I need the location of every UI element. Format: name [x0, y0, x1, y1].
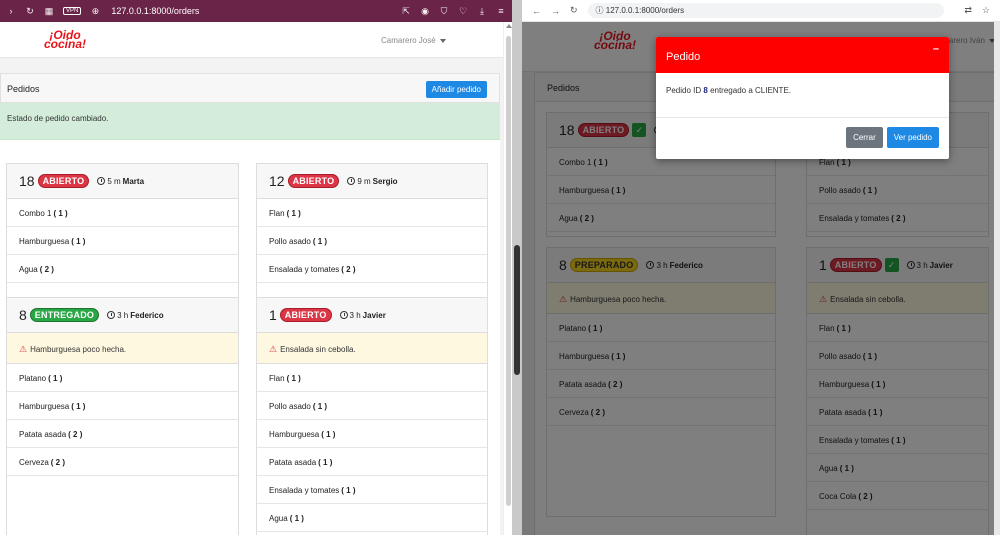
order-card[interactable]: 8 ENTREGADO 3 h Federico ⚠ Hamburguesa po… [6, 297, 239, 535]
elapsed-time: 9 m [357, 176, 371, 186]
window-divider[interactable] [512, 0, 522, 535]
clock-icon [97, 177, 106, 185]
address-bar[interactable]: 127.0.0.1:8000/orders [111, 6, 199, 16]
order-card[interactable]: 18 ABIERTO 5 m Marta Combo 1( 1 ) Hambur… [6, 163, 239, 298]
caret-down-icon [439, 38, 446, 43]
add-order-button[interactable]: Añadir pedido [425, 81, 487, 98]
divider-grip[interactable] [514, 245, 520, 375]
menu-icon[interactable]: ≡ [496, 6, 506, 16]
list-item: Hamburguesa( 1 ) [7, 392, 238, 420]
status-badge[interactable]: ABIERTO [287, 174, 340, 188]
warning-icon: ⚠ [269, 344, 278, 354]
order-card[interactable]: 1 ABIERTO 3 h Javier ⚠ Ensalada sin cebol… [256, 297, 488, 535]
list-item: Pollo asado( 1 ) [257, 392, 487, 420]
left-navbar: ¡Oido cocina! Camarero José [0, 22, 503, 58]
shield-icon[interactable]: ⛉ [439, 6, 449, 17]
elapsed-time: 5 m [107, 176, 121, 186]
heart-icon[interactable]: ♡ [458, 6, 468, 17]
order-card-header: 8 ENTREGADO 3 h Federico [7, 298, 238, 333]
modal-header: Pedido – [656, 37, 949, 73]
list-item: Agua( 1 ) [257, 504, 487, 532]
order-card-header: 18 ABIERTO 5 m Marta [7, 164, 238, 199]
list-item: Ensalada y tomates( 1 ) [257, 476, 487, 504]
right-browser-toolbar: ← → ↻ ⓘ 127.0.0.1:8000/orders ⇄ ☆ [522, 0, 1000, 22]
status-badge[interactable]: ABIERTO [279, 308, 332, 322]
list-item: Combo 1( 1 ) [7, 199, 238, 227]
modal-body: Pedido ID 8 entregado a CLIENTE. [656, 73, 949, 118]
warning-icon: ⚠ [19, 344, 28, 354]
app-logo[interactable]: ¡Oido cocina! [44, 29, 86, 50]
left-scrollbar[interactable] [503, 22, 512, 535]
order-modal: Pedido – Pedido ID 8 entregado a CLIENTE… [656, 37, 949, 159]
minimize-icon[interactable]: – [933, 43, 939, 55]
order-note: ⚠Ensalada sin cebolla. [257, 333, 487, 364]
waiter-name: Javier [362, 310, 386, 320]
elapsed-time: 3 h [117, 310, 129, 320]
vpn-badge[interactable]: VPN [63, 7, 82, 15]
translate-icon[interactable]: ⇄ [964, 5, 972, 16]
clock-icon [107, 311, 116, 319]
orders-panel-header: Pedidos Añadir pedido [0, 73, 500, 103]
list-item: Hamburguesa( 1 ) [7, 227, 238, 255]
reload-icon[interactable]: ↻ [25, 6, 35, 17]
list-item: Ensalada y tomates( 2 ) [257, 255, 487, 283]
list-item: Flan( 1 ) [257, 199, 487, 227]
view-order-button[interactable]: Ver pedido [886, 127, 939, 148]
elapsed-time: 3 h [349, 310, 361, 320]
user-menu[interactable]: Camarero José [381, 36, 446, 45]
camera-icon[interactable]: ◉ [420, 6, 430, 17]
modal-order-id: 8 [703, 86, 708, 95]
share-icon[interactable]: ⇱ [401, 6, 411, 17]
order-id: 8 [19, 307, 27, 323]
scroll-thumb[interactable] [506, 36, 511, 506]
right-scrollbar[interactable] [994, 22, 1000, 535]
clock-icon [347, 177, 356, 185]
address-bar[interactable]: ⓘ 127.0.0.1:8000/orders [587, 3, 945, 18]
waiter-name: Federico [130, 310, 164, 320]
modal-footer: Cerrar Ver pedido [846, 127, 939, 148]
panel-title: Pedidos [7, 84, 40, 94]
list-item: Patata asada( 1 ) [257, 448, 487, 476]
tabs-grid-icon[interactable]: ▦ [44, 6, 54, 17]
forward-icon[interactable]: › [6, 6, 16, 16]
order-note: ⚠Hamburguesa poco hecha. [7, 333, 238, 364]
waiter-name: Marta [122, 176, 145, 186]
list-item: Patata asada( 2 ) [7, 420, 238, 448]
right-browser-window: ← → ↻ ⓘ 127.0.0.1:8000/orders ⇄ ☆ ¡Oido … [522, 0, 1000, 535]
globe-icon: ⊕ [91, 5, 100, 16]
info-icon: ⓘ [595, 6, 606, 15]
order-card[interactable]: 12 ABIERTO 9 m Sergio Flan( 1 ) Pollo as… [256, 163, 488, 298]
list-item: Hamburguesa( 1 ) [257, 420, 487, 448]
clock-icon [339, 311, 348, 319]
list-item: Agua( 2 ) [7, 255, 238, 283]
order-id: 12 [269, 173, 285, 189]
reload-icon[interactable]: ↻ [570, 5, 578, 16]
status-badge[interactable]: ENTREGADO [29, 308, 100, 322]
waiter-name: Sergio [372, 176, 398, 186]
download-icon[interactable]: ⤓ [477, 6, 487, 17]
star-icon[interactable]: ☆ [982, 5, 990, 16]
close-button[interactable]: Cerrar [846, 127, 883, 148]
list-item: Cerveza( 2 ) [7, 448, 238, 476]
list-item: Pollo asado( 1 ) [257, 227, 487, 255]
left-browser-window: › ↻ ▦ VPN ⊕ 127.0.0.1:8000/orders ⇱ ◉ ⛉ … [0, 0, 512, 535]
list-item: Flan( 1 ) [257, 364, 487, 392]
modal-title: Pedido [666, 51, 701, 63]
status-alert: Estado de pedido cambiado. [0, 103, 500, 140]
back-icon[interactable]: ← [532, 6, 541, 16]
left-browser-toolbar: › ↻ ▦ VPN ⊕ 127.0.0.1:8000/orders ⇱ ◉ ⛉ … [0, 0, 512, 22]
order-card-header: 1 ABIERTO 3 h Javier [257, 298, 487, 333]
list-item: Platano( 1 ) [7, 364, 238, 392]
order-id: 18 [19, 173, 35, 189]
order-card-header: 12 ABIERTO 9 m Sergio [257, 164, 487, 199]
status-badge[interactable]: ABIERTO [37, 174, 90, 188]
order-id: 1 [269, 307, 277, 323]
forward-icon[interactable]: → [551, 6, 560, 16]
